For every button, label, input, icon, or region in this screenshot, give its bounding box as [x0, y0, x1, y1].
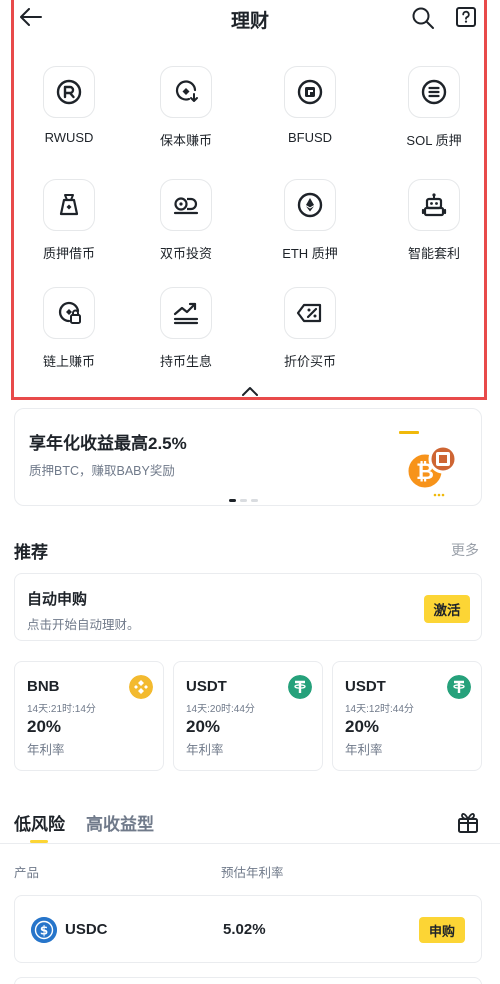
carousel-dot	[240, 499, 247, 502]
grid-icon-box	[408, 66, 460, 118]
banner-title: 享年化收益最高2.5%	[29, 434, 187, 453]
row-rate: 5.02%	[223, 921, 266, 938]
product-period: 14天:12时:44分	[345, 704, 414, 715]
tab-divider	[0, 843, 500, 844]
product-rate: 20%	[186, 717, 221, 736]
grid-icon-box	[160, 66, 212, 118]
activate-button[interactable]: 激活	[424, 595, 470, 623]
banner-subtitle: 质押BTC，赚取BABY奖励	[29, 464, 175, 478]
carousel-indicator	[229, 499, 258, 502]
rwusd-icon	[56, 79, 82, 105]
grid-item-crypto-loan[interactable]: 质押借币	[14, 179, 124, 269]
grid-item-sol-staking[interactable]: SOL 质押	[379, 66, 489, 156]
gift-icon	[458, 813, 478, 833]
svg-text:$: $	[40, 924, 48, 938]
grid-icon-box	[284, 179, 336, 231]
carousel-dot-active	[229, 499, 236, 502]
product-period: 14天:21时:14分	[27, 704, 96, 715]
product-card-usdt[interactable]: USDT 14天:12时:44分 20% 年利率	[332, 661, 482, 771]
grid-icon-box	[43, 66, 95, 118]
row-product-name: USDC	[65, 921, 108, 938]
eth-icon	[297, 192, 323, 218]
grid-label: 质押借币	[42, 246, 95, 261]
grid-label: RWUSD	[44, 130, 94, 145]
auto-subscribe-subtitle: 点击开始自动理财。	[27, 618, 140, 632]
bnb-icon	[129, 675, 153, 699]
grid-icon-box	[284, 66, 336, 118]
product-card-usdt[interactable]: USDT 14天:20时:44分 20% 年利率	[173, 661, 323, 771]
collapse-button[interactable]	[238, 384, 262, 398]
gift-button[interactable]	[456, 810, 480, 834]
column-header-product: 产品	[14, 866, 40, 880]
loan-bag-icon	[59, 194, 79, 216]
grid-item-rwusd[interactable]: RWUSD	[14, 66, 124, 156]
product-rate-label: 年利率	[345, 743, 383, 757]
grid-icon-box	[284, 287, 336, 339]
chevron-up-icon	[242, 387, 258, 396]
onchain-earn-icon	[58, 301, 81, 324]
product-name: USDT	[345, 678, 386, 695]
tab-low-risk[interactable]: 低风险	[14, 810, 65, 835]
grid-label: BFUSD	[287, 130, 333, 145]
principal-protected-icon	[175, 80, 198, 102]
trend-up-icon	[173, 302, 199, 325]
dual-investment-icon	[173, 197, 199, 215]
grid-icon-box	[160, 287, 212, 339]
usdt-icon	[288, 675, 312, 699]
product-name: USDT	[186, 678, 227, 695]
tab-high-yield[interactable]: 高收益型	[86, 810, 154, 835]
grid-label: 持币生息	[159, 354, 212, 369]
more-link[interactable]: 更多	[451, 540, 479, 560]
grid-label: SOL 质押	[406, 133, 462, 148]
product-period: 14天:20时:44分	[186, 704, 255, 715]
grid-label: 智能套利	[407, 246, 460, 261]
grid-item-onchain-earn[interactable]: 链上赚币	[14, 287, 124, 377]
grid-item-principal-protected[interactable]: 保本赚币	[131, 66, 241, 156]
grid-item-eth-staking[interactable]: ETH 质押	[255, 179, 365, 269]
bitcoin-staking-illustration: ₿	[399, 431, 458, 497]
column-header-rate: 预估年利率	[221, 866, 284, 880]
grid-item-bfusd[interactable]: BFUSD	[255, 66, 365, 156]
product-name: BNB	[27, 678, 60, 695]
grid-item-discount-buy[interactable]: 折价买币	[255, 287, 365, 377]
robot-icon	[421, 193, 447, 217]
auto-subscribe-title: 自动申购	[27, 591, 88, 608]
grid-label: 保本赚币	[159, 133, 212, 148]
sol-staking-icon	[421, 79, 447, 105]
product-rate-label: 年利率	[27, 743, 65, 757]
question-icon	[456, 7, 476, 27]
table-row[interactable]: $ USDC 5.02% 申购	[14, 895, 482, 963]
product-rate: 20%	[27, 717, 62, 736]
subscribe-button[interactable]: 申购	[419, 917, 465, 943]
grid-label: 双币投资	[159, 246, 212, 261]
grid-label: 链上赚币	[42, 354, 95, 369]
grid-icon-box	[408, 179, 460, 231]
auto-subscribe-card[interactable]: 自动申购 点击开始自动理财。 激活	[14, 573, 482, 641]
grid-icon-box	[43, 287, 95, 339]
top-bar: 理财	[0, 0, 500, 38]
grid-item-dual-investment[interactable]: 双币投资	[131, 179, 241, 269]
grid-label: ETH 质押	[282, 246, 338, 261]
product-rate-label: 年利率	[186, 743, 224, 757]
grid-item-hold-earn[interactable]: 持币生息	[131, 287, 241, 377]
usdc-icon: $	[31, 917, 57, 943]
usdt-icon	[447, 675, 471, 699]
grid-icon-box	[160, 179, 212, 231]
help-button[interactable]	[455, 6, 477, 28]
grid-label: 折价买币	[283, 354, 336, 369]
table-row[interactable]	[14, 977, 482, 984]
bfusd-icon	[297, 79, 323, 105]
search-icon	[412, 7, 434, 29]
search-button[interactable]	[411, 6, 435, 30]
section-title-recommend: 推荐	[14, 543, 48, 562]
grid-icon-box	[43, 179, 95, 231]
product-rate: 20%	[345, 717, 380, 736]
product-card-bnb[interactable]: BNB 14天:21时:14分 20% 年利率	[14, 661, 164, 771]
discount-tag-icon	[296, 303, 322, 323]
grid-item-smart-arbitrage[interactable]: 智能套利	[379, 179, 489, 269]
carousel-dot	[251, 499, 258, 502]
promo-banner[interactable]: 享年化收益最高2.5% 质押BTC，赚取BABY奖励 ₿	[14, 408, 482, 506]
